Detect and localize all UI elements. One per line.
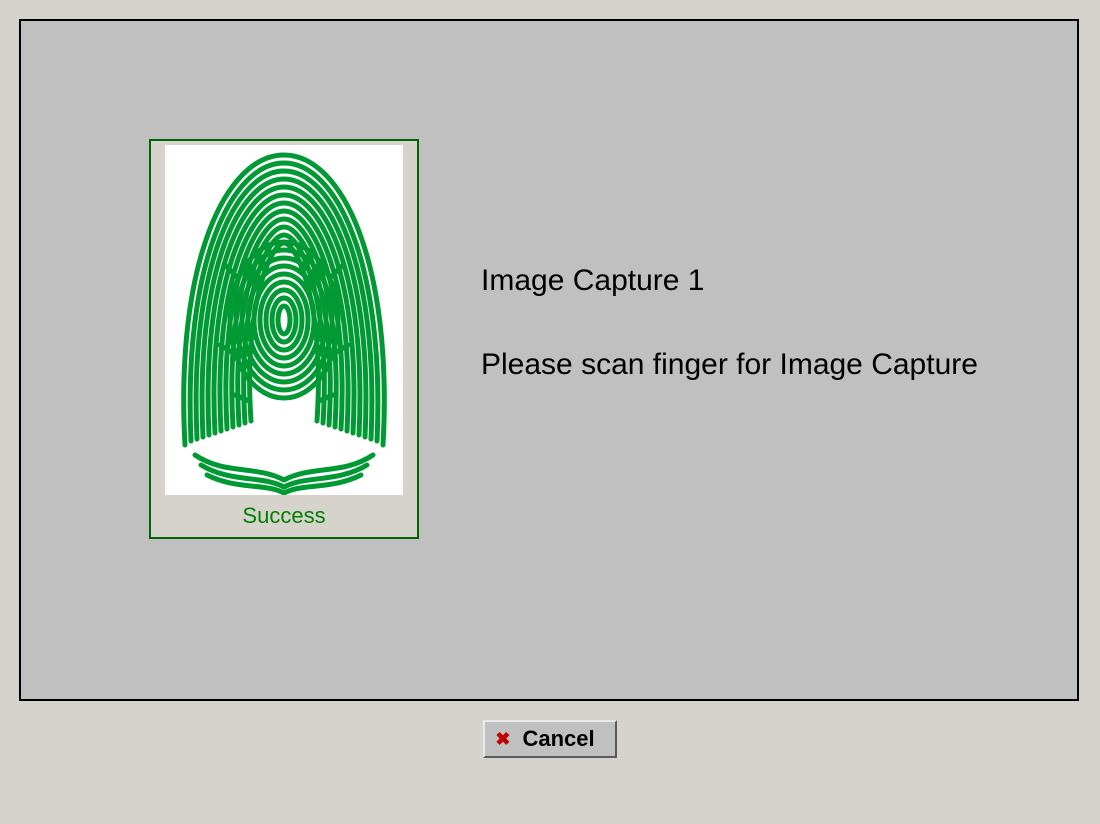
main-panel: Success Image Capture 1 Please scan fing… — [19, 19, 1079, 701]
cancel-button[interactable]: ✖ Cancel — [483, 720, 616, 758]
fingerprint-capture-box: Success — [149, 139, 419, 539]
capture-status-label: Success — [151, 503, 417, 529]
cancel-button-label: Cancel — [522, 726, 594, 752]
capture-title: Image Capture 1 — [481, 264, 704, 298]
fingerprint-icon — [165, 145, 403, 495]
dialog-footer: ✖ Cancel — [0, 720, 1100, 758]
capture-instruction: Please scan finger for Image Capture — [481, 348, 978, 382]
fingerprint-image-area — [165, 145, 403, 495]
close-icon: ✖ — [495, 730, 510, 748]
